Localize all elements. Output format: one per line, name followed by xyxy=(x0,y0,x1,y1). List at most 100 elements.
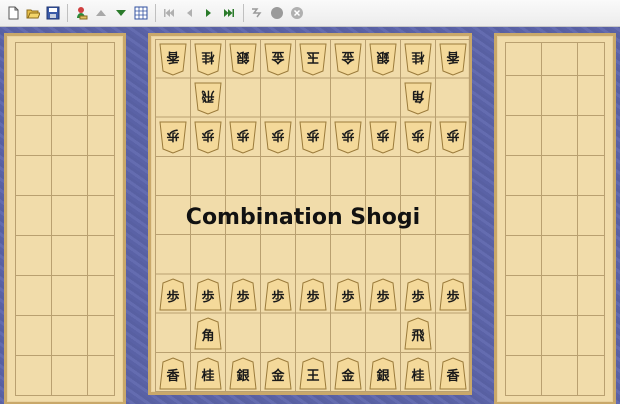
sente-pawn-piece[interactable]: 歩 xyxy=(368,277,398,312)
piece-label: 歩 xyxy=(306,127,319,143)
sente-stand-grid xyxy=(505,42,605,396)
up-arrow-icon[interactable] xyxy=(92,4,110,22)
piece-label: 飛 xyxy=(201,88,215,103)
gote-pawn-piece[interactable]: 歩 xyxy=(158,120,188,155)
piece-label: 銀 xyxy=(236,49,249,65)
piece-label: 香 xyxy=(445,368,460,384)
toolbar-separator xyxy=(243,4,244,22)
gote-piece[interactable]: 金 xyxy=(333,42,363,77)
piece-label: 銀 xyxy=(376,49,389,65)
sente-piece[interactable]: 金 xyxy=(333,356,363,391)
gote-rook-piece[interactable]: 飛 xyxy=(193,81,223,116)
piece-label: 歩 xyxy=(236,289,249,305)
toolbar xyxy=(0,0,620,27)
piece-label: 金 xyxy=(270,368,285,384)
gote-pawn-piece[interactable]: 歩 xyxy=(333,120,363,155)
piece-label: 金 xyxy=(271,49,286,65)
sente-piece-stand[interactable] xyxy=(494,33,616,404)
piece-label: 歩 xyxy=(166,127,179,143)
sente-piece[interactable]: 香 xyxy=(158,356,188,391)
piece-label: 歩 xyxy=(166,289,179,305)
piece-label: 歩 xyxy=(306,289,319,305)
sente-pawn-piece[interactable]: 歩 xyxy=(228,277,258,312)
new-file-icon[interactable] xyxy=(4,4,22,22)
piece-label: 歩 xyxy=(271,127,284,143)
sente-bishop-piece[interactable]: 角 xyxy=(193,316,223,351)
gote-piece[interactable]: 桂 xyxy=(193,42,223,77)
sente-pawn-piece[interactable]: 歩 xyxy=(403,277,433,312)
sente-piece[interactable]: 銀 xyxy=(368,356,398,391)
toolbar-separator xyxy=(67,4,68,22)
piece-label: 桂 xyxy=(410,368,424,384)
sente-piece[interactable]: 金 xyxy=(263,356,293,391)
gote-piece[interactable]: 銀 xyxy=(368,42,398,77)
piece-label: 歩 xyxy=(201,127,214,143)
sente-pawn-piece[interactable]: 歩 xyxy=(193,277,223,312)
close-icon[interactable] xyxy=(288,4,306,22)
down-arrow-icon[interactable] xyxy=(112,4,130,22)
gote-bishop-piece[interactable]: 角 xyxy=(403,81,433,116)
piece-label: 歩 xyxy=(341,127,354,143)
gote-pawn-piece[interactable]: 歩 xyxy=(403,120,433,155)
piece-label: 王 xyxy=(306,369,319,384)
piece-label: 金 xyxy=(341,49,356,65)
sente-rook-piece[interactable]: 飛 xyxy=(403,316,433,351)
sente-pawn-piece[interactable]: 歩 xyxy=(438,277,468,312)
sente-piece[interactable]: 香 xyxy=(438,356,468,391)
gote-piece[interactable]: 香 xyxy=(438,42,468,77)
gote-pawn-piece[interactable]: 歩 xyxy=(298,120,328,155)
piece-label: 桂 xyxy=(200,368,214,384)
gote-piece[interactable]: 桂 xyxy=(403,42,433,77)
piece-label: 歩 xyxy=(376,127,389,143)
stop-icon[interactable] xyxy=(268,4,286,22)
sente-pawn-piece[interactable]: 歩 xyxy=(298,277,328,312)
piece-label: 歩 xyxy=(271,289,284,305)
editor-icon[interactable] xyxy=(72,4,90,22)
last-move-icon[interactable] xyxy=(220,4,238,22)
piece-label: 歩 xyxy=(446,289,459,305)
gote-stand-grid xyxy=(15,42,115,396)
gote-pawn-piece[interactable]: 歩 xyxy=(438,120,468,155)
piece-label: 金 xyxy=(340,368,355,384)
piece-label: 角 xyxy=(201,328,214,344)
piece-label: 香 xyxy=(166,49,181,65)
piece-label: 銀 xyxy=(236,368,249,384)
variant-title: Combination Shogi xyxy=(185,205,421,230)
first-move-icon[interactable] xyxy=(160,4,178,22)
gote-pawn-piece[interactable]: 歩 xyxy=(193,120,223,155)
next-move-icon[interactable] xyxy=(200,4,218,22)
sente-piece[interactable]: 桂 xyxy=(403,356,433,391)
previous-move-icon[interactable] xyxy=(180,4,198,22)
grid-icon[interactable] xyxy=(132,4,150,22)
gote-pawn-piece[interactable]: 歩 xyxy=(263,120,293,155)
sente-pawn-piece[interactable]: 歩 xyxy=(158,277,188,312)
shuffle-icon[interactable] xyxy=(248,4,266,22)
save-icon[interactable] xyxy=(44,4,62,22)
piece-label: 歩 xyxy=(411,127,424,143)
sente-piece[interactable]: 桂 xyxy=(193,356,223,391)
gote-pawn-piece[interactable]: 歩 xyxy=(368,120,398,155)
gote-piece-stand[interactable] xyxy=(4,33,126,404)
piece-label: 角 xyxy=(411,88,424,104)
piece-label: 銀 xyxy=(376,368,389,384)
gote-piece[interactable]: 香 xyxy=(158,42,188,77)
piece-label: 桂 xyxy=(411,49,425,65)
gote-piece[interactable]: 銀 xyxy=(228,42,258,77)
piece-label: 歩 xyxy=(236,127,249,143)
piece-label: 香 xyxy=(165,368,180,384)
piece-label: 歩 xyxy=(446,127,459,143)
gote-piece[interactable]: 玉 xyxy=(298,42,328,77)
open-folder-icon[interactable] xyxy=(24,4,42,22)
piece-label: 歩 xyxy=(411,289,424,305)
toolbar-separator xyxy=(155,4,156,22)
piece-label: 歩 xyxy=(376,289,389,305)
piece-label: 桂 xyxy=(201,49,215,65)
piece-label: 香 xyxy=(446,49,461,65)
sente-pawn-piece[interactable]: 歩 xyxy=(263,277,293,312)
gote-piece[interactable]: 金 xyxy=(263,42,293,77)
sente-piece[interactable]: 銀 xyxy=(228,356,258,391)
piece-label: 歩 xyxy=(201,289,214,305)
sente-piece[interactable]: 王 xyxy=(298,356,328,391)
gote-pawn-piece[interactable]: 歩 xyxy=(228,120,258,155)
sente-pawn-piece[interactable]: 歩 xyxy=(333,277,363,312)
